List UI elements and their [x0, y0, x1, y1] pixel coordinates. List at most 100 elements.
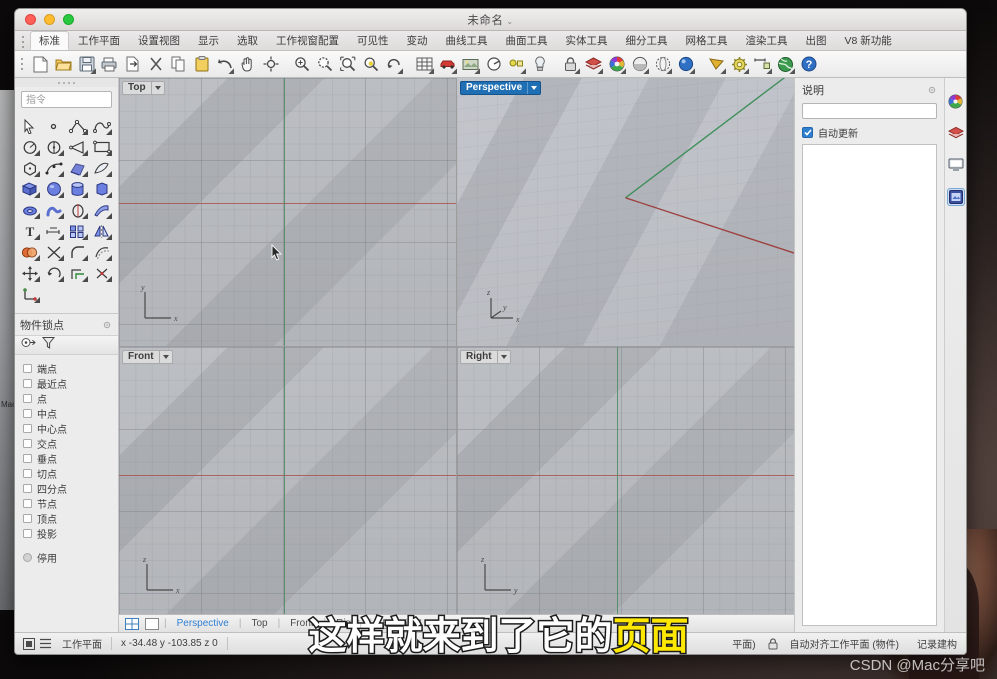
- polyline-icon[interactable]: [66, 116, 89, 136]
- auto-update-row[interactable]: 自动更新: [802, 125, 937, 140]
- trim-icon[interactable]: [42, 242, 65, 262]
- viewport-label-front[interactable]: Front: [122, 350, 173, 364]
- checkbox[interactable]: [23, 364, 32, 373]
- toolbar-grip-handle[interactable]: [21, 34, 27, 48]
- viewport-tab-right[interactable]: Right: [326, 618, 369, 629]
- checkbox-checked[interactable]: [802, 127, 813, 138]
- tab-cplane[interactable]: 工作平面: [69, 31, 129, 50]
- undo-icon[interactable]: [214, 54, 235, 75]
- snap-option-point[interactable]: 点: [23, 391, 118, 406]
- snap-option-center[interactable]: 中心点: [23, 421, 118, 436]
- checkbox[interactable]: [23, 439, 32, 448]
- torus-icon[interactable]: [18, 200, 41, 220]
- checkbox[interactable]: [23, 484, 32, 493]
- status-plane-segment[interactable]: 平面): [723, 636, 764, 651]
- snap-option-quadrant[interactable]: 四分点: [23, 481, 118, 496]
- pipe-icon[interactable]: [42, 200, 65, 220]
- checkbox[interactable]: [23, 454, 32, 463]
- main-toolbar-grip[interactable]: [20, 55, 26, 73]
- tab-drafting[interactable]: 出图: [797, 31, 836, 50]
- tab-subd-tools[interactable]: 细分工具: [617, 31, 677, 50]
- pan-icon[interactable]: [237, 54, 258, 75]
- explode-icon[interactable]: [90, 263, 113, 283]
- snap-option-endpoint[interactable]: 端点: [23, 361, 118, 376]
- cut-icon[interactable]: [145, 54, 166, 75]
- auto-cplane-label[interactable]: 自动对齐工作平面 (物件): [781, 636, 908, 651]
- zoom-selected-icon[interactable]: [360, 54, 381, 75]
- zoom-window-icon[interactable]: [314, 54, 335, 75]
- grid-icon[interactable]: [414, 54, 435, 75]
- help-icon[interactable]: ?: [798, 54, 819, 75]
- layout-icon[interactable]: [21, 637, 37, 651]
- gear-icon[interactable]: [927, 85, 937, 95]
- texture-icon[interactable]: [460, 54, 481, 75]
- rotate-icon[interactable]: [42, 263, 65, 283]
- snap-option-midpoint[interactable]: 中点: [23, 406, 118, 421]
- select-arrow-icon[interactable]: [18, 116, 41, 136]
- rotate-view-icon[interactable]: [383, 54, 404, 75]
- tab-select[interactable]: 选取: [228, 31, 267, 50]
- gumball-icon[interactable]: [18, 284, 41, 304]
- polygon-icon[interactable]: [18, 158, 41, 178]
- record-history-label[interactable]: 记录建构: [908, 636, 966, 651]
- ellipse-icon[interactable]: [66, 137, 89, 157]
- dimension-tool-icon[interactable]: [42, 221, 65, 241]
- checkbox[interactable]: [23, 514, 32, 523]
- tab-render-tools[interactable]: 渲染工具: [737, 31, 797, 50]
- snap-option-tangent[interactable]: 切点: [23, 466, 118, 481]
- rectangle-icon[interactable]: [90, 137, 113, 157]
- lock-icon[interactable]: [560, 54, 581, 75]
- checkbox[interactable]: [23, 499, 32, 508]
- snap-option-project[interactable]: 投影: [23, 526, 118, 541]
- tab-surface-tools[interactable]: 曲面工具: [497, 31, 557, 50]
- zoom-in-icon[interactable]: [291, 54, 312, 75]
- tab-transform[interactable]: 变动: [398, 31, 437, 50]
- color-wheel-icon[interactable]: [947, 92, 965, 110]
- zoom-extents-icon[interactable]: [337, 54, 358, 75]
- chevron-down-icon[interactable]: [527, 82, 540, 94]
- viewport-tab-perspective[interactable]: Perspective: [167, 618, 239, 629]
- single-view-layout-icon[interactable]: [144, 617, 160, 630]
- list-icon[interactable]: [37, 637, 53, 651]
- control-point-curve-icon[interactable]: [42, 158, 65, 178]
- snap-option-knot[interactable]: 节点: [23, 496, 118, 511]
- open-folder-icon[interactable]: [53, 54, 74, 75]
- checkbox[interactable]: [23, 409, 32, 418]
- tab-viewport-layout[interactable]: 工作视窗配置: [267, 31, 348, 50]
- zoom-dynamic-icon[interactable]: [260, 54, 281, 75]
- notes-panel-icon[interactable]: [947, 188, 965, 206]
- paste-icon[interactable]: [191, 54, 212, 75]
- color-wheel-icon[interactable]: [606, 54, 627, 75]
- point-icon[interactable]: [42, 116, 65, 136]
- light-icon[interactable]: [506, 54, 527, 75]
- viewport-perspective[interactable]: Perspective zyx: [457, 78, 794, 346]
- tab-v8-new[interactable]: V8 新功能: [836, 31, 901, 50]
- viewport-label-top[interactable]: Top: [122, 81, 165, 95]
- arc-icon[interactable]: [18, 137, 41, 157]
- tab-standard[interactable]: 标准: [30, 31, 69, 50]
- sweep-icon[interactable]: [90, 200, 113, 220]
- earth-icon[interactable]: [775, 54, 796, 75]
- filter-icon[interactable]: [42, 336, 55, 354]
- viewport-label-right[interactable]: Right: [460, 350, 511, 364]
- scale-icon[interactable]: [66, 263, 89, 283]
- notes-textarea[interactable]: [802, 144, 937, 626]
- save-icon[interactable]: [76, 54, 97, 75]
- settings-icon[interactable]: [729, 54, 750, 75]
- tab-mesh-tools[interactable]: 网格工具: [677, 31, 737, 50]
- shade-sphere-icon[interactable]: [629, 54, 650, 75]
- cplane-label[interactable]: 工作平面: [53, 636, 111, 651]
- print-icon[interactable]: [99, 54, 120, 75]
- fillet-icon[interactable]: [66, 242, 89, 262]
- dimension-icon[interactable]: [752, 54, 773, 75]
- snap-option-disable[interactable]: 停用: [23, 550, 118, 565]
- display-monitor-icon[interactable]: [947, 156, 965, 174]
- checkbox[interactable]: [23, 529, 32, 538]
- left-panel-grip[interactable]: [15, 78, 118, 87]
- viewport-tab-top[interactable]: Top: [241, 618, 277, 629]
- new-file-icon[interactable]: [30, 54, 51, 75]
- tab-set-view[interactable]: 设置视图: [129, 31, 189, 50]
- revolve-icon[interactable]: [66, 200, 89, 220]
- chevron-down-icon[interactable]: [159, 351, 172, 363]
- loft-icon[interactable]: [90, 158, 113, 178]
